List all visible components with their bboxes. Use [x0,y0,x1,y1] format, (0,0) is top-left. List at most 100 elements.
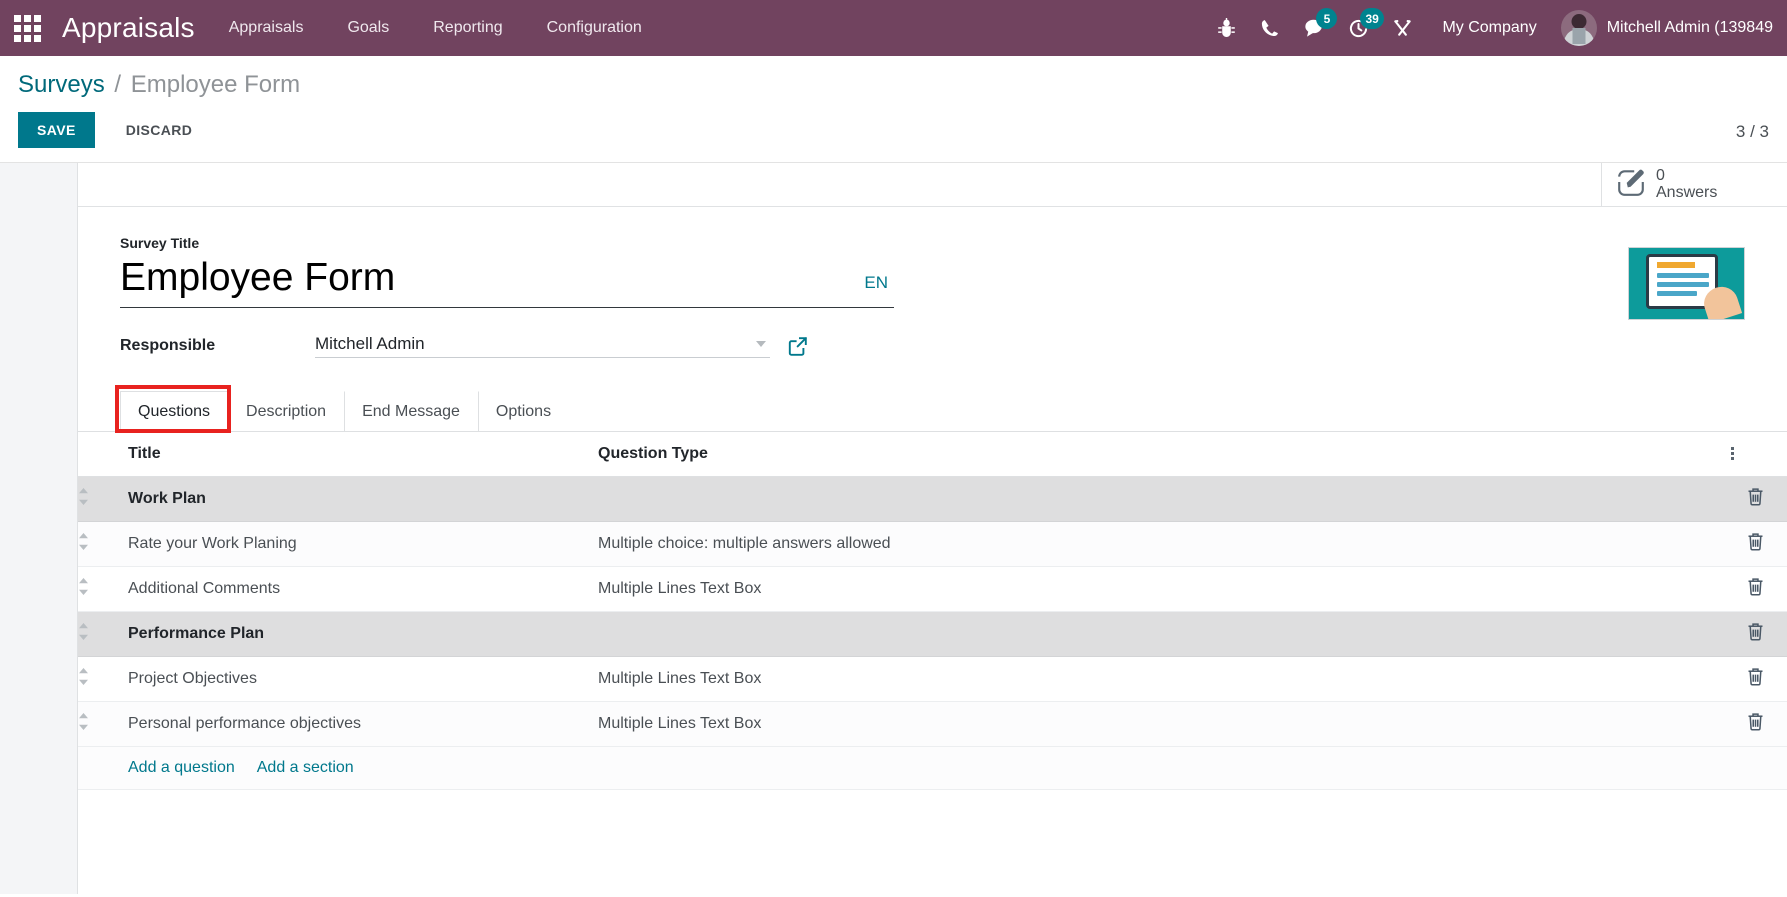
phone-icon[interactable] [1248,0,1292,56]
row-spacer [1066,656,1731,702]
bug-icon[interactable] [1204,0,1248,56]
chat-badge: 5 [1316,8,1338,29]
tab-options[interactable]: Options [477,391,569,432]
row-spacer [1066,701,1731,747]
user-menu[interactable]: Mitchell Admin (139849 [1553,10,1773,46]
pencil-square-icon [1616,167,1646,202]
stat-answers-label: Answers [1656,183,1718,201]
add-row: Add a question Add a section [78,746,1787,790]
row-spacer [1066,611,1731,657]
table-row[interactable]: Performance Plan [78,611,1787,657]
notebook-tabs: Questions Description End Message Option… [78,385,1787,433]
content-area: 0 Answers Survey Title Employee Form EN [0,163,1787,894]
row-title[interactable]: Work Plan [128,476,598,522]
table-row[interactable]: Rate your Work Planing Multiple choice: … [78,521,1787,567]
title-zone: Survey Title Employee Form EN [78,235,1787,320]
responsible-label: Responsible [120,337,216,354]
row-title[interactable]: Additional Comments [128,566,598,612]
row-type[interactable]: Multiple Lines Text Box [598,566,1066,612]
tools-icon[interactable] [1380,0,1424,56]
row-type[interactable] [598,476,1066,522]
responsible-input[interactable]: Mitchell Admin [315,334,756,354]
trash-icon[interactable] [1731,566,1787,612]
drag-handle-icon[interactable] [78,656,128,702]
tab-description[interactable]: Description [228,391,344,432]
row-type[interactable] [598,611,1066,657]
notebook: Questions Description End Message Option… [78,385,1787,835]
row-title[interactable]: Project Objectives [128,656,598,702]
navbar-right-cluster: 5 39 My Company Mitchell Admin (139849 [1204,0,1773,56]
row-title[interactable]: Personal performance objectives [128,701,598,747]
trash-icon[interactable] [1731,611,1787,657]
form-sheet: 0 Answers Survey Title Employee Form EN [77,163,1787,894]
table-header-row: Title Question Type [78,432,1787,477]
column-options-icon[interactable] [1731,432,1787,477]
sheet-body: Survey Title Employee Form EN Responsibl… [78,207,1787,835]
save-button[interactable]: SAVE [18,112,95,148]
breadcrumb-separator: / [114,71,122,98]
trash-icon[interactable] [1731,656,1787,702]
add-row-handle-spacer [78,746,128,790]
trash-icon[interactable] [1731,476,1787,522]
table-row[interactable]: Personal performance objectives Multiple… [78,701,1787,747]
trash-icon[interactable] [1731,521,1787,567]
row-type[interactable]: Multiple choice: multiple answers allowe… [598,521,1066,567]
tab-end-message[interactable]: End Message [344,391,478,432]
row-type[interactable]: Multiple Lines Text Box [598,656,1066,702]
user-name-label: Mitchell Admin (139849 [1606,19,1773,36]
row-title[interactable]: Performance Plan [128,611,598,657]
drag-handle-icon[interactable] [78,566,128,612]
row-title[interactable]: Rate your Work Planing [128,521,598,567]
add-a-section-link[interactable]: Add a section [257,759,354,777]
chevron-down-icon[interactable] [756,341,766,347]
breadcrumb-surveys[interactable]: Surveys [18,71,105,98]
survey-title-label: Survey Title [120,235,200,251]
language-badge[interactable]: EN [864,273,894,303]
stat-answers-value: 0 [1656,166,1665,184]
th-spacer [1066,432,1731,477]
activity-clock-icon[interactable]: 39 [1336,0,1384,56]
app-brand-title[interactable]: Appraisals [54,12,207,44]
tab-questions[interactable]: Questions [120,391,229,432]
add-a-question-link[interactable]: Add a question [128,759,235,777]
table-row[interactable]: Work Plan [78,476,1787,522]
responsible-row: Responsible Mitchell Admin [78,334,1787,358]
survey-title-input[interactable]: Employee Form [120,253,864,303]
stat-button-strip: 0 Answers [78,163,1787,207]
drag-handle-icon[interactable] [78,476,128,522]
breadcrumb-current: Employee Form [130,71,301,98]
apps-grid-icon[interactable] [0,0,54,56]
survey-title-row: Employee Form EN [120,253,894,308]
company-switcher[interactable]: My Company [1424,19,1552,37]
row-type[interactable]: Multiple Lines Text Box [598,701,1066,747]
questions-table-body: Work Plan Rate your Work Planing Multipl… [78,476,1787,790]
record-pager[interactable]: 3 / 3 [1736,122,1769,142]
avatar [1560,10,1597,46]
responsible-field[interactable]: Mitchell Admin [315,334,770,358]
control-panel: Surveys / Employee Form SAVE DISCARD 3 /… [0,56,1787,163]
discard-button[interactable]: DISCARD [109,112,210,148]
chat-icon[interactable]: 5 [1292,0,1338,56]
drag-handle-icon[interactable] [78,701,128,747]
menu-item-configuration[interactable]: Configuration [525,0,664,56]
external-link-icon[interactable] [788,336,808,356]
table-row[interactable]: Project Objectives Multiple Lines Text B… [78,656,1787,702]
record-actions: SAVE DISCARD [18,112,1769,162]
th-title[interactable]: Title [128,432,598,477]
top-navbar: Appraisals Appraisals Goals Reporting Co… [0,0,1787,56]
stat-button-answers[interactable]: 0 Answers [1601,163,1787,206]
menu-item-appraisals[interactable]: Appraisals [207,0,326,56]
table-row[interactable]: Additional Comments Multiple Lines Text … [78,566,1787,612]
survey-tablet-image[interactable] [1628,247,1745,320]
breadcrumb: Surveys / Employee Form [18,70,1769,100]
trash-icon[interactable] [1731,701,1787,747]
menu-item-goals[interactable]: Goals [325,0,411,56]
row-spacer [1066,566,1731,612]
table-tail-space [78,790,1787,835]
questions-table: Title Question Type Work Plan Rate your … [78,432,1787,790]
th-type[interactable]: Question Type [598,432,1066,477]
drag-handle-icon[interactable] [78,521,128,567]
main-menu: Appraisals Goals Reporting Configuration [207,0,664,56]
drag-handle-icon[interactable] [78,611,128,657]
menu-item-reporting[interactable]: Reporting [411,0,524,56]
